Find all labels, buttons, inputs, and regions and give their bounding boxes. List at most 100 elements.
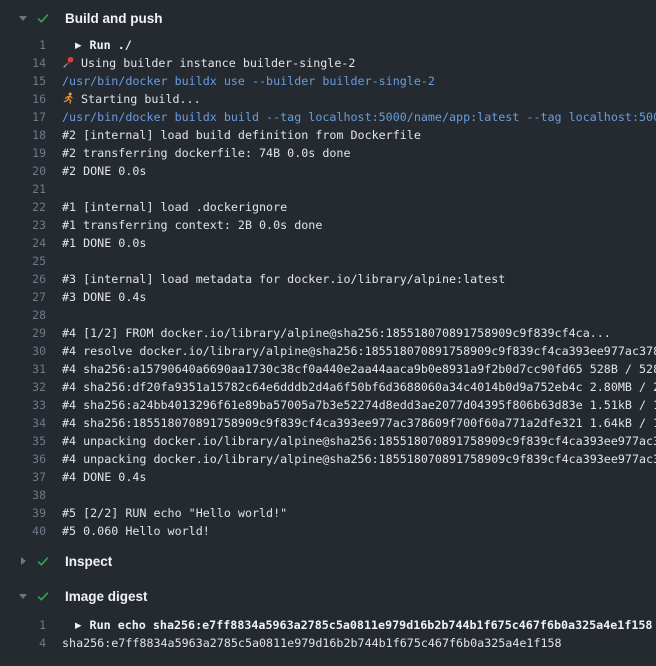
log-line: 36 #4 unpacking docker.io/library/alpine@…: [0, 450, 656, 468]
line-number[interactable]: 4: [0, 634, 46, 652]
line-text: Using builder instance builder-single-2: [81, 56, 355, 70]
line-number[interactable]: 40: [0, 522, 46, 540]
log-line: 25: [0, 252, 656, 270]
log-line: 21: [0, 180, 656, 198]
line-text: #4 sha256:a24bb4013296f61e89ba57005a7b3e…: [62, 398, 656, 412]
chevron-down-icon[interactable]: [18, 594, 28, 599]
section-title: Inspect: [65, 554, 112, 569]
line-number[interactable]: 33: [0, 396, 46, 414]
line-number[interactable]: 39: [0, 504, 46, 522]
line-number[interactable]: 27: [0, 288, 46, 306]
line-text-plain: #4 unpacking docker.io/library/alpine@sh…: [62, 450, 656, 468]
line-number[interactable]: 37: [0, 468, 46, 486]
line-number[interactable]: 38: [0, 486, 46, 504]
line-number[interactable]: 20: [0, 162, 46, 180]
section-header-inspect[interactable]: Inspect: [0, 551, 656, 571]
line-number[interactable]: 31: [0, 360, 46, 378]
line-number[interactable]: 25: [0, 252, 46, 270]
line-text-run: ▶Run ./: [62, 36, 656, 54]
line-text-plain: #4 unpacking docker.io/library/alpine@sh…: [62, 432, 656, 450]
line-text: #4 resolve docker.io/library/alpine@sha2…: [62, 344, 656, 358]
line-text: #1 [internal] load .dockerignore: [62, 200, 287, 214]
line-text: #5 [2/2] RUN echo "Hello world!": [62, 506, 287, 520]
line-text: #1 transferring context: 2B 0.0s done: [62, 218, 322, 232]
line-text: #2 transferring dockerfile: 74B 0.0s don…: [62, 146, 351, 160]
line-number[interactable]: 29: [0, 324, 46, 342]
log-line: 35 #4 unpacking docker.io/library/alpine@…: [0, 432, 656, 450]
chevron-right-icon[interactable]: [18, 557, 28, 565]
line-number[interactable]: 17: [0, 108, 46, 126]
log-line: 28: [0, 306, 656, 324]
play-icon[interactable]: ▶: [75, 37, 82, 54]
line-number[interactable]: 1: [0, 36, 46, 54]
line-text-plain: [62, 306, 656, 324]
line-number[interactable]: 22: [0, 198, 46, 216]
play-icon[interactable]: ▶: [75, 617, 82, 634]
log-line: 37 #4 DONE 0.4s: [0, 468, 656, 486]
line-text: Run echo sha256:e7ff8834a5963a2785c5a081…: [90, 618, 653, 632]
line-number[interactable]: 32: [0, 378, 46, 396]
line-text: #4 sha256:185518070891758909c9f839cf4ca3…: [62, 416, 656, 430]
check-icon: [36, 589, 50, 603]
line-text: /usr/bin/docker buildx build --tag local…: [62, 110, 656, 124]
line-number[interactable]: 15: [0, 72, 46, 90]
log-line: 23 #1 transferring context: 2B 0.0s done: [0, 216, 656, 234]
line-text: #1 DONE 0.0s: [62, 236, 146, 250]
workflow-log: Build and push1▶Run ./14Using builder in…: [0, 8, 656, 652]
line-text-plain: #4 sha256:a15790640a6690aa1730c38cf0a440…: [62, 360, 656, 378]
line-text: sha256:e7ff8834a5963a2785c5a0811e979d16b…: [62, 636, 562, 650]
check-icon: [36, 554, 50, 568]
line-number[interactable]: 26: [0, 270, 46, 288]
log-line: 38: [0, 486, 656, 504]
section-header-build-and-push[interactable]: Build and push: [0, 8, 656, 28]
line-text-plain: #2 transferring dockerfile: 74B 0.0s don…: [62, 144, 656, 162]
chevron-down-icon[interactable]: [18, 16, 28, 21]
line-text-plain: #5 0.060 Hello world!: [62, 522, 656, 540]
line-number[interactable]: 16: [0, 90, 46, 108]
log-line: 22 #1 [internal] load .dockerignore: [0, 198, 656, 216]
line-text-plain: [62, 486, 656, 504]
line-number[interactable]: 28: [0, 306, 46, 324]
line-text: #4 [1/2] FROM docker.io/library/alpine@s…: [62, 326, 611, 340]
line-text-plain: Starting build...: [62, 90, 656, 108]
line-text-plain: sha256:e7ff8834a5963a2785c5a0811e979d16b…: [62, 634, 656, 652]
log-lines: 1 ▶Run ./ 14 Using builder instance builder…: [0, 36, 656, 540]
line-text: Starting build...: [81, 92, 201, 106]
line-text: #4 unpacking docker.io/library/alpine@sh…: [62, 434, 656, 448]
line-number[interactable]: 1: [0, 616, 46, 634]
line-number[interactable]: 30: [0, 342, 46, 360]
section-title: Image digest: [65, 589, 148, 604]
section-header-image-digest[interactable]: Image digest: [0, 586, 656, 606]
line-text-plain: #1 transferring context: 2B 0.0s done: [62, 216, 656, 234]
log-line: 16 Starting build...: [0, 90, 656, 108]
line-number[interactable]: 14: [0, 54, 46, 72]
line-number[interactable]: 21: [0, 180, 46, 198]
line-text-plain: Using builder instance builder-single-2: [62, 54, 656, 72]
line-text-plain: #4 sha256:185518070891758909c9f839cf4ca3…: [62, 414, 656, 432]
line-text-plain: #2 [internal] load build definition from…: [62, 126, 656, 144]
line-number[interactable]: 24: [0, 234, 46, 252]
line-text-plain: #3 [internal] load metadata for docker.i…: [62, 270, 656, 288]
line-text-plain: #2 DONE 0.0s: [62, 162, 656, 180]
pushpin-icon: [62, 56, 75, 69]
line-text-cmd: /usr/bin/docker buildx use --builder bui…: [62, 72, 656, 90]
line-text: /usr/bin/docker buildx use --builder bui…: [62, 74, 435, 88]
line-number[interactable]: 35: [0, 432, 46, 450]
log-line: 26 #3 [internal] load metadata for docker…: [0, 270, 656, 288]
line-text: #4 sha256:df20fa9351a15782c64e6dddb2d4a6…: [62, 380, 656, 394]
log-line: 39 #5 [2/2] RUN echo "Hello world!": [0, 504, 656, 522]
line-text-run: ▶ Run echo sha256:e7ff8834a5963a2785c5a08…: [62, 616, 656, 634]
runner-icon: [62, 92, 75, 105]
line-number[interactable]: 23: [0, 216, 46, 234]
log-line: 33 #4 sha256:a24bb4013296f61e89ba57005a7b…: [0, 396, 656, 414]
line-number[interactable]: 19: [0, 144, 46, 162]
line-number[interactable]: 36: [0, 450, 46, 468]
line-number[interactable]: 18: [0, 126, 46, 144]
line-text: #2 [internal] load build definition from…: [62, 128, 421, 142]
line-number[interactable]: 34: [0, 414, 46, 432]
section-inspect: Inspect: [0, 551, 656, 571]
line-text-plain: #4 sha256:a24bb4013296f61e89ba57005a7b3e…: [62, 396, 656, 414]
line-text: #4 DONE 0.4s: [62, 470, 146, 484]
line-text: #3 [internal] load metadata for docker.i…: [62, 272, 505, 286]
line-text-plain: #5 [2/2] RUN echo "Hello world!": [62, 504, 656, 522]
